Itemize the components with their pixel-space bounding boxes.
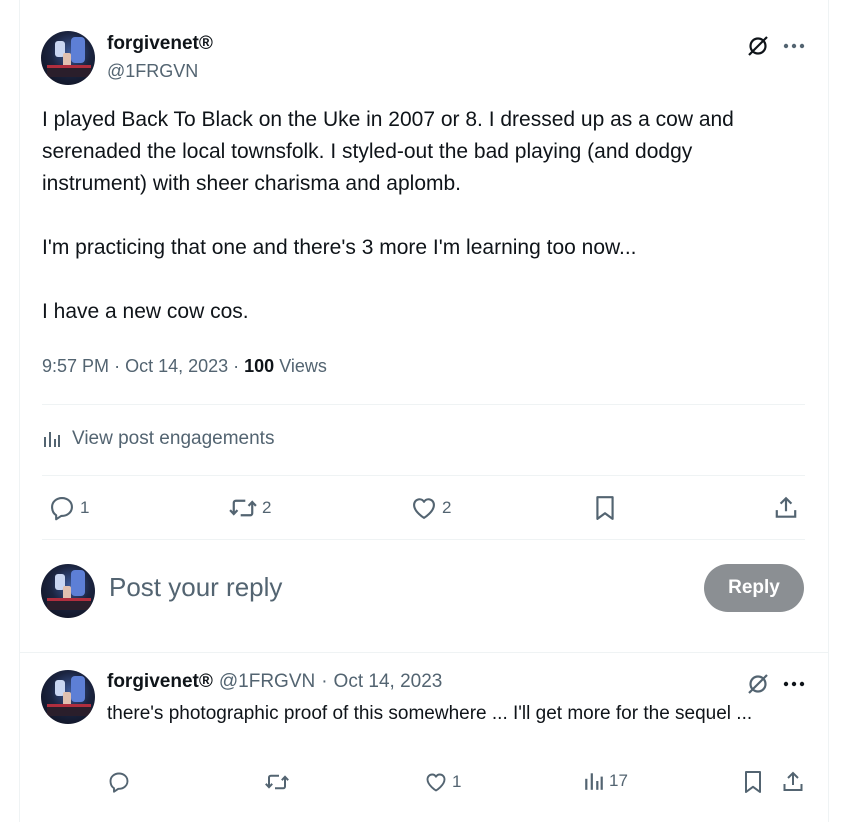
post-date[interactable]: Oct 14, 2023 bbox=[125, 356, 228, 376]
reply-input[interactable]: Post your reply bbox=[109, 572, 282, 603]
composer-avatar[interactable] bbox=[41, 564, 95, 618]
view-engagements-link[interactable]: View post engagements bbox=[42, 428, 274, 450]
repost-count: 2 bbox=[262, 498, 272, 517]
reply-text: there's photographic proof of this somew… bbox=[107, 703, 753, 724]
post-paragraph: I'm practicing that one and there's 3 mo… bbox=[42, 236, 637, 259]
reply-like-count: 1 bbox=[452, 772, 462, 791]
divider bbox=[42, 539, 805, 540]
post-text: I played Back To Black on the Uke in 200… bbox=[42, 104, 802, 328]
heart-icon bbox=[410, 494, 438, 522]
reply-date[interactable]: Oct 14, 2023 bbox=[334, 671, 443, 693]
post-paragraph: I have a new cow cos. bbox=[42, 300, 249, 323]
slashed-circle-icon[interactable] bbox=[744, 32, 772, 60]
bookmark-icon[interactable] bbox=[740, 769, 766, 795]
repost-icon bbox=[264, 770, 290, 794]
author-name[interactable]: forgivenet® bbox=[107, 33, 213, 55]
reply-count: 1 bbox=[80, 498, 90, 517]
divider bbox=[42, 404, 805, 405]
divider bbox=[42, 475, 805, 476]
analytics-icon bbox=[42, 429, 62, 449]
post-meta: 9:57 PM · Oct 14, 2023 · 100 Views bbox=[42, 356, 327, 376]
reply-author-handle[interactable]: @1FRGVN bbox=[219, 671, 315, 693]
engagements-label: View post engagements bbox=[72, 428, 275, 449]
reply-views-button[interactable]: 17 bbox=[583, 770, 628, 792]
reply-submit-button[interactable]: Reply bbox=[704, 564, 804, 612]
reply-author-name[interactable]: forgivenet® bbox=[107, 671, 213, 693]
reply-button[interactable]: 1 bbox=[48, 494, 89, 522]
reply-icon bbox=[48, 494, 76, 522]
share-icon[interactable] bbox=[780, 769, 806, 795]
more-icon[interactable] bbox=[780, 32, 808, 60]
repost-icon bbox=[228, 494, 258, 522]
views-count: 100 bbox=[244, 356, 275, 376]
heart-icon bbox=[424, 770, 448, 794]
slashed-circle-icon[interactable] bbox=[744, 670, 772, 698]
post-paragraph: I played Back To Black on the Uke in 200… bbox=[42, 108, 734, 195]
views-label: Views bbox=[279, 356, 327, 376]
reply-header: forgivenet® @1FRGVN · Oct 14, 2023 bbox=[107, 671, 442, 693]
reply-repost-button[interactable] bbox=[264, 770, 294, 794]
share-icon[interactable] bbox=[771, 493, 801, 523]
like-button[interactable]: 2 bbox=[410, 494, 451, 522]
more-icon[interactable] bbox=[780, 670, 808, 698]
repost-button[interactable]: 2 bbox=[228, 494, 271, 522]
like-count: 2 bbox=[442, 498, 452, 517]
reply-author-avatar[interactable] bbox=[41, 670, 95, 724]
post-time[interactable]: 9:57 PM bbox=[42, 356, 109, 376]
analytics-icon bbox=[583, 770, 605, 792]
reply-separator: · bbox=[321, 671, 328, 692]
reply-views-count: 17 bbox=[609, 771, 628, 790]
reply-reply-button[interactable] bbox=[107, 770, 135, 794]
reply-icon bbox=[107, 770, 131, 794]
author-avatar[interactable] bbox=[41, 31, 95, 85]
author-handle[interactable]: @1FRGVN bbox=[107, 61, 198, 82]
reply-like-button[interactable]: 1 bbox=[424, 770, 461, 794]
bookmark-icon[interactable] bbox=[590, 493, 620, 523]
divider bbox=[19, 652, 829, 653]
